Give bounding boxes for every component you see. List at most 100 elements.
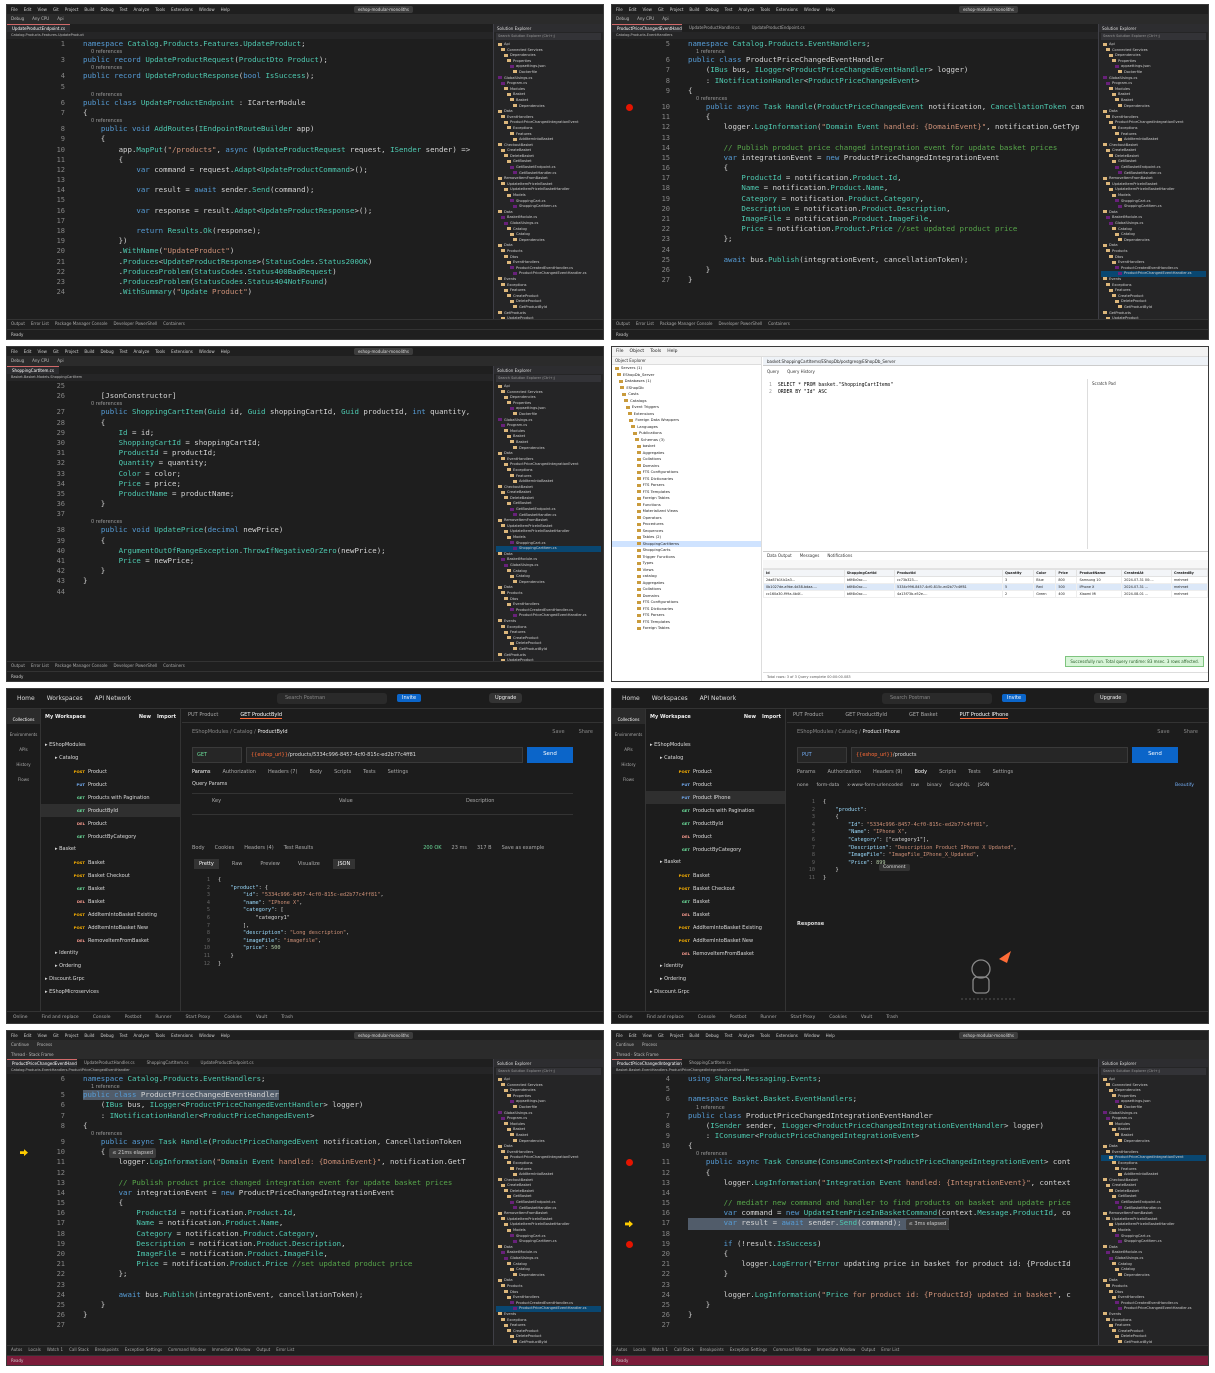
collection-item[interactable]: POST AddItemIntoBasket New (646, 934, 785, 947)
method-select[interactable]: GET (192, 747, 242, 763)
table-cell[interactable]: b6f4b0ac-... (843, 583, 896, 591)
menu-item-window[interactable]: Window (804, 7, 820, 12)
nav-api-network[interactable]: API Network (95, 695, 131, 702)
collection-item[interactable]: GET ProductById (41, 804, 180, 817)
bottom-tab[interactable]: Call Stack (674, 1347, 694, 1352)
bottom-tab[interactable]: Immediate Window (817, 1347, 856, 1352)
table-cell[interactable]: 3 (1002, 576, 1035, 584)
editor-tab[interactable]: UpdateProductHandler.cs (684, 24, 745, 32)
table-cell[interactable]: 400 (1055, 590, 1078, 598)
menu-item-view[interactable]: View (37, 7, 47, 12)
rail-collections[interactable]: Collections (612, 709, 645, 724)
footer-online[interactable]: Online (618, 1015, 633, 1020)
menu-item-analyze[interactable]: Analyze (739, 7, 755, 12)
menu-item-window[interactable]: Window (199, 7, 215, 12)
column-header[interactable]: ProductId (894, 569, 1004, 577)
solution-search-input[interactable]: Search Solution Explorer (Ctrl+;) (1101, 33, 1206, 40)
cpu-config[interactable]: Any CPU (32, 358, 49, 364)
collection-item[interactable]: ▸ Identity (646, 960, 785, 973)
upgrade-button[interactable]: Upgrade (1094, 693, 1128, 703)
menu-item-build[interactable]: Build (84, 7, 94, 12)
code-editor[interactable]: 4 using Shared.Messaging.Events; 5 6 namespa… (612, 1074, 1098, 1345)
menu-item-edit[interactable]: Edit (24, 349, 32, 354)
nav-workspaces[interactable]: Workspaces (652, 695, 688, 702)
results-grid[interactable]: Id ShoppingCartId ProductId Quantity Color Pr… (763, 569, 1208, 598)
collection-item[interactable]: GET Basket (646, 895, 785, 908)
menu-item-edit[interactable]: Edit (629, 1033, 637, 1038)
continue-button[interactable]: Continue (11, 1042, 29, 1048)
view-mode[interactable]: Raw (227, 859, 248, 869)
menu-item-project[interactable]: Project (65, 7, 79, 12)
menu-item-tools[interactable]: Tools (155, 7, 165, 12)
response-tab[interactable]: Headers (4) (244, 845, 273, 851)
footer-find-and-replace[interactable]: Find and replace (42, 1015, 79, 1020)
collection-item[interactable]: DEL Product (646, 830, 785, 843)
collection-item[interactable]: GET Products with Pagination (646, 804, 785, 817)
menu-item-help[interactable]: Help (826, 7, 835, 12)
footer-runner[interactable]: Runner (760, 1015, 776, 1020)
nav-home[interactable]: Home (17, 695, 35, 702)
request-subtab[interactable]: Scripts (334, 769, 351, 775)
breakpoint-icon[interactable] (626, 1159, 633, 1167)
body-mode[interactable]: form-data (816, 783, 839, 788)
table-cell[interactable]: Blue (1033, 576, 1057, 584)
bottom-tab[interactable]: Immediate Window (212, 1347, 251, 1352)
request-subtab[interactable]: Params (192, 769, 210, 775)
cpu-config[interactable]: Any CPU (637, 16, 654, 22)
bottom-tab[interactable]: Command Window (773, 1347, 811, 1352)
send-button[interactable]: Send (527, 747, 573, 763)
menu-item-help[interactable]: Help (221, 7, 230, 12)
bottom-tab[interactable]: Containers (768, 321, 790, 326)
rail-environments[interactable]: Environments (7, 724, 40, 739)
table-cell[interactable]: 4a13f73b-e52e-... (894, 590, 1004, 598)
start-project[interactable]: Api (662, 16, 668, 22)
footer-console[interactable]: Console (698, 1015, 716, 1020)
collection-item[interactable]: ▸ Catalog (646, 752, 785, 765)
collection-item[interactable]: DEL Product (41, 817, 180, 830)
editor-tab[interactable]: ShoppingCartItem.cs (7, 366, 59, 374)
response-tab[interactable]: Test Results (284, 845, 314, 851)
bottom-tab[interactable]: Package Manager Console (55, 321, 108, 326)
request-subtab[interactable]: Body (309, 769, 322, 775)
menu-item-project[interactable]: Project (670, 1033, 684, 1038)
table-cell[interactable]: 5334c996-8457-4cf0-815c-ed2b77c4ff81 (894, 583, 1004, 591)
editor-tab[interactable]: UpdateProductEndpoint.cs (7, 24, 71, 32)
collection-item[interactable]: ▸ EShopModules (41, 739, 180, 752)
result-tab[interactable]: Data Output (767, 553, 792, 559)
table-cell[interactable]: mehmet (1170, 576, 1208, 584)
footer-runner[interactable]: Runner (155, 1015, 171, 1020)
request-subtab[interactable]: Body (914, 769, 927, 775)
pg-menu-help[interactable]: Help (667, 349, 677, 354)
footer-vault[interactable]: Vault (256, 1015, 267, 1020)
menu-item-project[interactable]: Project (65, 1033, 79, 1038)
url-input[interactable]: {{eshop_url}}/products (851, 747, 1128, 763)
menu-item-edit[interactable]: Edit (629, 7, 637, 12)
bottom-tab[interactable]: Developer PowerShell (113, 321, 157, 326)
rail-flows[interactable]: Flows (612, 769, 645, 784)
request-subtab[interactable]: Settings (993, 769, 1014, 775)
collection-item[interactable]: ▸ Identity (41, 947, 180, 960)
menu-item-window[interactable]: Window (199, 1033, 215, 1038)
table-cell[interactable]: Xiaomi Mi (1076, 590, 1123, 598)
table-cell[interactable]: b6f4b0ac-... (843, 576, 896, 584)
collection-item[interactable]: POST Basket (41, 856, 180, 869)
footer-cookies[interactable]: Cookies (829, 1015, 847, 1020)
bottom-tab[interactable]: Output (861, 1347, 875, 1352)
method-select[interactable]: PUT (797, 747, 847, 763)
view-mode[interactable]: Preview (255, 859, 284, 869)
body-mode[interactable]: JSON (978, 783, 989, 788)
footer-start-proxy[interactable]: Start Proxy (790, 1015, 815, 1020)
response-tab[interactable]: Cookies (215, 845, 235, 851)
menu-item-project[interactable]: Project (670, 7, 684, 12)
table-cell[interactable]: mehmet (1170, 590, 1208, 598)
footer-postbot[interactable]: Postbot (125, 1015, 142, 1020)
menu-item-help[interactable]: Help (221, 1033, 230, 1038)
menu-item-extensions[interactable]: Extensions (776, 7, 798, 12)
request-subtab[interactable]: Headers (7) (268, 769, 297, 775)
menu-item-project[interactable]: Project (65, 349, 79, 354)
collection-item[interactable]: DEL Basket (646, 908, 785, 921)
debug-config[interactable]: Debug (616, 16, 629, 22)
cpu-config[interactable]: Any CPU (32, 16, 49, 22)
process-select[interactable]: Process (37, 1042, 52, 1048)
process-select[interactable]: Process (642, 1042, 657, 1048)
